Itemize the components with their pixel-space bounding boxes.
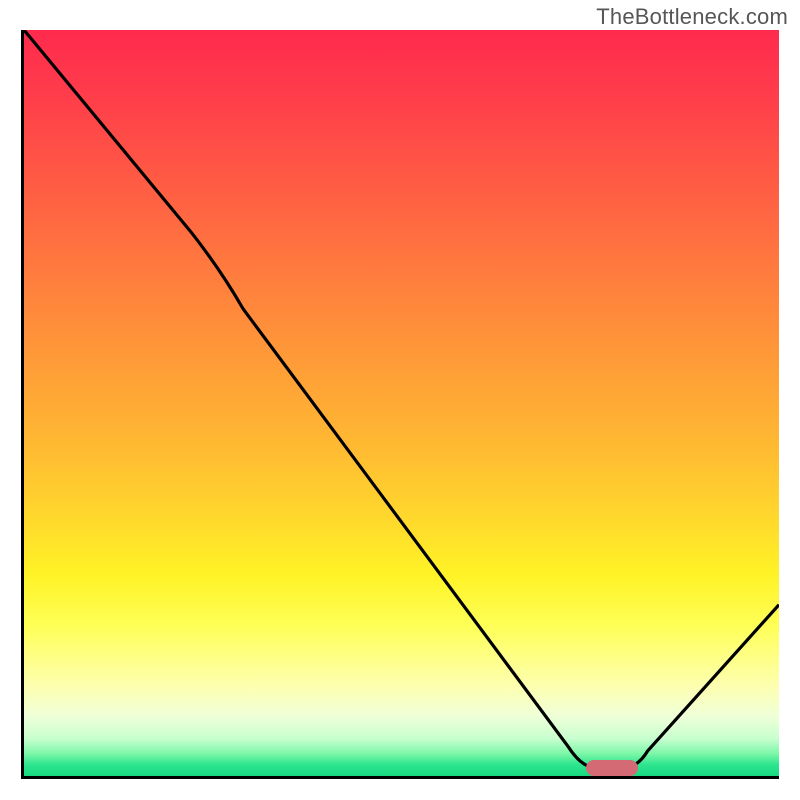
chart-container: TheBottleneck.com	[0, 0, 800, 800]
bottleneck-curve	[24, 30, 779, 776]
plot-area	[21, 30, 779, 779]
curve-path	[24, 30, 779, 768]
optimal-marker	[586, 760, 638, 776]
watermark-text: TheBottleneck.com	[596, 4, 788, 30]
